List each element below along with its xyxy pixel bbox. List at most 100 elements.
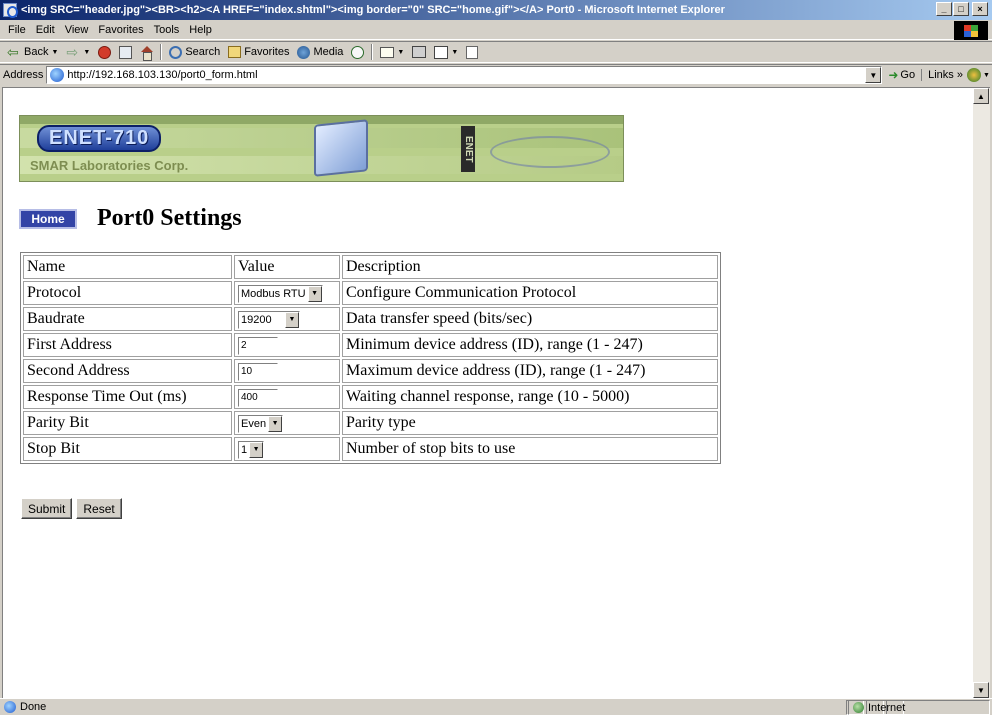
stop-bit-select[interactable]: 1 ▼	[238, 440, 265, 459]
media-button[interactable]: Media	[293, 42, 347, 62]
baudrate-selected-value: 19200	[241, 313, 272, 326]
row-description: Minimum device address (ID), range (1 - …	[342, 333, 718, 357]
window-title: <img SRC="header.jpg"><BR><h2><A HREF="i…	[21, 4, 725, 16]
menu-file[interactable]: File	[3, 24, 31, 36]
dropdown-arrow-icon: ▼	[285, 311, 299, 328]
menu-view[interactable]: View	[60, 24, 94, 36]
dropdown-arrow-icon: ▼	[451, 48, 459, 56]
edit-button[interactable]: ▼	[430, 42, 462, 62]
table-row: Protocol Modbus RTU ▼ Configure Communic…	[23, 281, 718, 305]
maximize-button[interactable]: □	[953, 2, 969, 16]
header-name: Name	[23, 255, 232, 279]
back-label: Back	[24, 46, 49, 58]
menu-help[interactable]: Help	[184, 24, 217, 36]
reset-button[interactable]: Reset	[76, 498, 122, 519]
row-value: Modbus RTU ▼	[234, 281, 340, 305]
address-url: http://192.168.103.130/port0_form.html	[67, 69, 258, 81]
table-row: Parity Bit Even ▼ Parity type	[23, 411, 718, 435]
second-address-input[interactable]: 10	[238, 363, 278, 381]
links-button[interactable]: Links »	[921, 69, 963, 81]
history-button[interactable]	[347, 42, 368, 62]
discuss-icon	[466, 45, 479, 59]
mail-button[interactable]: ▼	[376, 42, 408, 62]
discuss-button[interactable]	[462, 42, 482, 62]
home-link-button[interactable]: Home	[19, 208, 77, 229]
menu-favorites[interactable]: Favorites	[93, 24, 148, 36]
protocol-selected-value: Modbus RTU	[241, 287, 306, 300]
toolbar-separator	[371, 44, 374, 60]
print-button[interactable]	[408, 42, 430, 62]
ring-graphic	[490, 136, 610, 168]
menu-edit[interactable]: Edit	[31, 24, 60, 36]
table-row: Second Address 10 Maximum device address…	[23, 359, 718, 383]
row-description: Maximum device address (ID), range (1 - …	[342, 359, 718, 383]
scroll-up-icon[interactable]: ▲	[973, 88, 989, 104]
vertical-scrollbar[interactable]: ▲ ▼	[973, 87, 990, 698]
row-description: Data transfer speed (bits/sec)	[342, 307, 718, 331]
extension-icon	[966, 68, 981, 82]
row-description: Number of stop bits to use	[342, 437, 718, 461]
table-header-row: Name Value Description	[23, 255, 718, 279]
page-done-icon	[4, 701, 16, 713]
extension-button[interactable]: ▼	[966, 68, 990, 82]
table-row: Response Time Out (ms) 400 Waiting chann…	[23, 385, 718, 409]
close-button[interactable]: ×	[972, 2, 988, 16]
dropdown-arrow-icon: ▼	[268, 415, 283, 432]
response-timeout-input[interactable]: 400	[238, 389, 278, 407]
ie-icon	[3, 3, 18, 18]
windows-logo-icon	[954, 21, 988, 40]
media-icon	[297, 45, 311, 59]
go-label: Go	[900, 69, 916, 81]
window-controls: _ □ ×	[936, 2, 988, 16]
go-button[interactable]: ➜ Go	[888, 68, 915, 82]
row-value: 10	[234, 359, 340, 383]
favorites-label: Favorites	[244, 46, 290, 58]
company-name: SMAR Laboratories Corp.	[30, 158, 189, 173]
scroll-down-icon[interactable]: ▼	[973, 682, 989, 698]
internet-globe-icon	[853, 702, 864, 713]
first-address-input[interactable]: 2	[238, 337, 278, 355]
protocol-select[interactable]: Modbus RTU ▼	[238, 284, 323, 303]
page-content: ENET-710 SMAR Laboratories Corp. ENET Ho…	[2, 87, 973, 698]
search-icon	[169, 45, 183, 59]
refresh-button[interactable]	[115, 42, 136, 62]
favorites-icon	[228, 46, 242, 58]
parity-select[interactable]: Even ▼	[238, 414, 284, 433]
dropdown-arrow-icon: ▼	[982, 71, 990, 79]
back-arrow-icon	[7, 45, 21, 59]
dropdown-arrow-icon: ▼	[83, 48, 91, 56]
search-label: Search	[185, 46, 221, 58]
dropdown-arrow-icon: ▼	[51, 48, 59, 56]
address-bar: Address http://192.168.103.130/port0_for…	[0, 64, 992, 85]
row-description: Parity type	[342, 411, 718, 435]
table-row: Stop Bit 1 ▼ Number of stop bits to use	[23, 437, 718, 461]
page-icon	[50, 68, 65, 82]
row-value: Even ▼	[234, 411, 340, 435]
address-input[interactable]: http://192.168.103.130/port0_form.html ▼	[46, 66, 883, 84]
menu-tools[interactable]: Tools	[149, 24, 185, 36]
table-row: First Address 2 Minimum device address (…	[23, 333, 718, 357]
forward-arrow-icon	[66, 45, 80, 59]
search-button[interactable]: Search	[165, 42, 224, 62]
enet-logo: ENET-710	[37, 125, 162, 152]
forward-button[interactable]: ▼	[62, 42, 94, 62]
submit-button[interactable]: Submit	[21, 498, 73, 519]
address-label: Address	[3, 69, 44, 81]
settings-table: Name Value Description Protocol Modbus R…	[20, 252, 721, 464]
back-button[interactable]: Back ▼	[3, 42, 62, 62]
favorites-button[interactable]: Favorites	[224, 42, 293, 62]
enet-vertical-label: ENET	[461, 126, 475, 172]
refresh-icon	[119, 45, 133, 59]
standard-toolbar: Back ▼ ▼ Search Favorites Media ▼	[0, 41, 992, 63]
minimize-button[interactable]: _	[936, 2, 952, 16]
header-description: Description	[342, 255, 718, 279]
parity-selected-value: Even	[241, 417, 267, 430]
row-name: First Address	[23, 333, 232, 357]
baudrate-select[interactable]: 19200 ▼	[238, 310, 300, 329]
address-dropdown-icon[interactable]: ▼	[865, 67, 882, 83]
row-value: 19200 ▼	[234, 307, 340, 331]
stop-button[interactable]	[94, 42, 115, 62]
row-name: Second Address	[23, 359, 232, 383]
toolbar-separator	[160, 44, 163, 60]
home-toolbar-button[interactable]	[136, 42, 157, 62]
